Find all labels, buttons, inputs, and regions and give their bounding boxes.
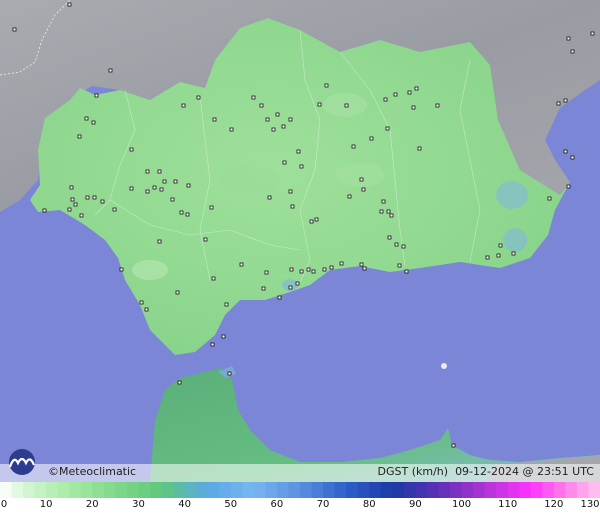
scale-swatch — [103, 482, 116, 498]
scale-tick-label: 110 — [498, 499, 518, 510]
scale-swatch — [0, 482, 13, 498]
gust-patch — [496, 181, 528, 209]
brand-credit: ©Meteoclimatic — [48, 465, 136, 478]
scale-tick-label: 40 — [178, 499, 191, 510]
scale-swatch — [496, 482, 509, 498]
scale-swatch — [11, 482, 24, 498]
scale-swatch — [438, 482, 451, 498]
scale-swatch — [173, 482, 186, 498]
scale-swatch — [34, 482, 47, 498]
scale-swatch — [380, 482, 393, 498]
scale-swatch — [369, 482, 382, 498]
scale-swatch — [553, 482, 566, 498]
scale-tick-label: 70 — [316, 499, 330, 510]
scale-swatch — [219, 482, 232, 498]
scale-swatch — [23, 482, 36, 498]
scale-swatch — [565, 482, 578, 498]
scale-swatch — [207, 482, 220, 498]
scale-swatch — [138, 482, 151, 498]
scale-swatch — [542, 482, 555, 498]
scale-swatch — [323, 482, 336, 498]
map-meta: DGST (km/h) 09-12-2024 @ 23:51 UTC — [378, 465, 594, 478]
copyright-symbol: © — [48, 465, 59, 478]
relief-highlight — [220, 166, 280, 194]
scale-tick-label: 100 — [451, 499, 472, 510]
wind-gust-map — [0, 0, 600, 482]
scale-swatch — [150, 482, 163, 498]
scale-swatch — [311, 482, 324, 498]
scale-swatch — [230, 482, 243, 498]
scale-swatch — [80, 482, 93, 498]
scale-swatch — [403, 482, 416, 498]
scale-swatch — [242, 482, 255, 498]
scale-swatch — [300, 482, 313, 498]
scale-swatch — [46, 482, 59, 498]
scale-swatch — [392, 482, 405, 498]
color-scale-bar — [0, 482, 600, 498]
scale-swatch — [530, 482, 543, 498]
relief-highlight — [132, 260, 168, 280]
scale-swatch — [288, 482, 301, 498]
scale-swatch — [196, 482, 209, 498]
timestamp: 09-12-2024 @ 23:51 UTC — [455, 465, 594, 478]
gust-patch — [503, 228, 527, 252]
scale-swatch — [126, 482, 140, 498]
scale-tick-label: 120 — [544, 499, 564, 510]
meteoclimatic-logo-icon — [8, 449, 36, 475]
scale-swatch — [426, 482, 440, 498]
color-scale-legend: 0 10 20 30 40 50 60 70 80 90 100 110 120 130 — [0, 482, 600, 517]
scale-swatch — [473, 482, 486, 498]
scale-swatch — [253, 482, 266, 498]
scale-tick-label: 50 — [224, 499, 238, 510]
scale-swatch — [588, 482, 600, 498]
brand-name: Meteoclimatic — [59, 465, 137, 478]
scale-tick-label: 10 — [39, 499, 53, 510]
scale-tick-label: 60 — [270, 499, 284, 510]
scale-swatch — [519, 482, 532, 498]
scale-swatch — [461, 482, 474, 498]
scale-swatch — [334, 482, 347, 498]
scale-swatch — [161, 482, 174, 498]
scale-swatch — [115, 482, 128, 498]
scale-tick-label: 20 — [85, 499, 99, 510]
scale-tick-label: 0 — [0, 499, 8, 510]
scale-swatch — [69, 482, 82, 498]
scale-tick-label: 90 — [409, 499, 422, 510]
variable-label: DGST (km/h) — [377, 465, 449, 478]
scale-tick-label: 80 — [362, 499, 376, 510]
scale-swatch — [265, 482, 278, 498]
alboran-island — [441, 363, 447, 369]
scale-swatch — [276, 482, 290, 498]
scale-swatch — [576, 482, 590, 498]
scale-swatch — [357, 482, 370, 498]
scale-swatch — [346, 482, 359, 498]
map-frame: ©Meteoclimatic DGST (km/h) 09-12-2024 @ … — [0, 0, 600, 517]
scale-swatch — [92, 482, 105, 498]
scale-tick-label: 130 — [580, 499, 600, 510]
scale-swatch — [484, 482, 497, 498]
scale-tick-label: 30 — [132, 499, 145, 510]
scale-swatch — [507, 482, 520, 498]
relief-highlight — [335, 163, 385, 187]
scale-swatch — [57, 482, 70, 498]
scale-swatch — [184, 482, 197, 498]
scale-swatch — [450, 482, 463, 498]
scale-swatch — [415, 482, 428, 498]
